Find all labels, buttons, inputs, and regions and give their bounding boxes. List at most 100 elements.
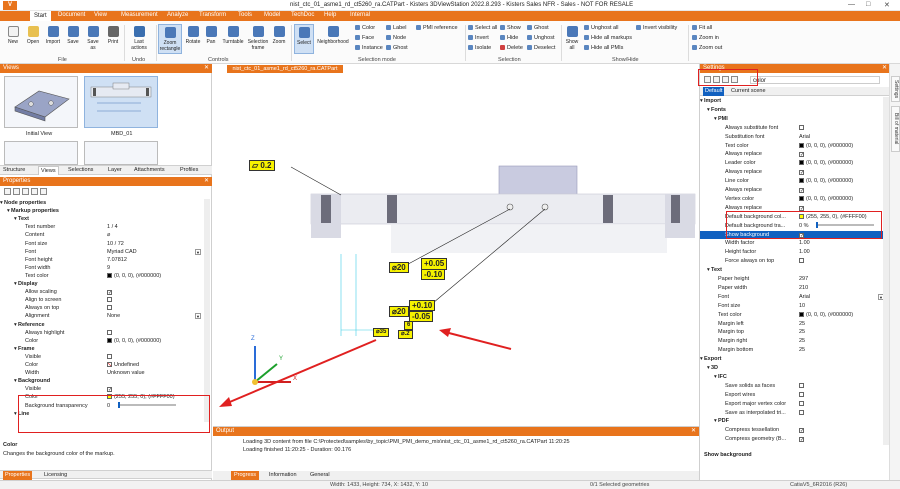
checkbox-checked-icon[interactable]: ✓ <box>799 170 804 176</box>
menu-tools[interactable]: Tools <box>238 12 252 18</box>
property-value[interactable]: (0, 0, 0), (#000000) <box>799 177 853 186</box>
property-row[interactable]: Text color (0, 0, 0), (#000000) <box>700 311 890 320</box>
delete-button[interactable]: Delete <box>500 45 523 51</box>
category-icon[interactable] <box>13 188 20 195</box>
property-value[interactable]: 10 <box>799 302 805 311</box>
tab-profiles[interactable]: Profiles <box>180 167 198 173</box>
property-value[interactable] <box>799 124 804 133</box>
settings-search-input[interactable]: color <box>750 76 880 84</box>
property-value[interactable]: ✓ <box>799 186 804 195</box>
collapse-icon[interactable] <box>31 188 38 195</box>
property-value[interactable]: (0, 0, 0), (#000000) <box>799 195 853 204</box>
property-value[interactable]: (0, 0, 0), (#000000) <box>799 311 853 320</box>
checkbox-icon[interactable] <box>107 353 112 359</box>
chevron-down-icon[interactable]: ▼ <box>195 313 201 320</box>
pmi-flatness-label[interactable]: ▱ 0.2 <box>249 160 275 171</box>
selmode-ghost[interactable]: Ghost <box>386 45 408 51</box>
expand-icon[interactable]: ▾ <box>7 207 10 215</box>
property-value[interactable] <box>107 296 114 304</box>
property-value[interactable]: 9 <box>107 264 110 272</box>
property-value[interactable]: 25 <box>799 328 805 337</box>
side-tab-bill-of-material[interactable]: Bill of material <box>891 106 900 152</box>
section-header[interactable]: ▾ Import <box>700 97 890 106</box>
color-swatch[interactable] <box>107 272 112 278</box>
property-row[interactable]: Height factor 1.00 <box>700 248 890 257</box>
property-row[interactable]: Line color (0, 0, 0), (#000000) <box>700 177 890 186</box>
property-value[interactable]: ✓ <box>799 435 804 444</box>
section-header[interactable]: ▾ Markup properties <box>0 207 204 215</box>
property-row[interactable]: Always highlight <box>0 329 204 337</box>
expand-icon[interactable]: ▾ <box>14 215 17 223</box>
property-row[interactable]: Content ⌀ <box>0 231 204 239</box>
property-value[interactable]: Arial <box>799 293 810 302</box>
pmi-diameter-label[interactable]: ⌀35 <box>373 328 390 337</box>
side-tab-settings[interactable]: Settings <box>891 76 900 102</box>
checkbox-icon[interactable] <box>107 305 112 311</box>
zoom-out-button[interactable]: Zoom out <box>692 45 722 51</box>
checkbox-icon[interactable] <box>107 297 112 303</box>
open-button[interactable]: Open <box>24 26 42 45</box>
app-logo[interactable]: V <box>3 1 17 10</box>
property-row[interactable]: Text color (0, 0, 0), (#000000) <box>700 142 890 151</box>
section-header[interactable]: ▾ Export <box>700 355 890 364</box>
property-row[interactable]: Alignment None ▼ <box>0 312 204 320</box>
save-button[interactable]: Save <box>64 26 82 45</box>
properties-scrollbar[interactable] <box>204 199 210 422</box>
property-value[interactable]: ✓ <box>799 150 804 159</box>
property-value[interactable]: Unknown value <box>107 369 145 377</box>
pin-icon[interactable]: ✕ <box>204 64 209 73</box>
deselect-button[interactable]: Deselect <box>527 45 555 51</box>
property-value[interactable]: (0, 0, 0), (#000000) <box>799 159 853 168</box>
unghost-all-button[interactable]: Unghost all <box>584 25 619 31</box>
hide-all-markups-button[interactable]: Hide all markups <box>584 35 632 41</box>
property-value[interactable]: 25 <box>799 320 805 329</box>
menu-internal[interactable]: Internal <box>350 12 370 18</box>
property-value[interactable]: 25 <box>799 337 805 346</box>
property-row[interactable]: Margin right 25 <box>700 337 890 346</box>
tab-selections[interactable]: Selections <box>68 167 93 173</box>
section-header[interactable]: ▾ Node properties <box>0 199 204 207</box>
section-header[interactable]: ▾ Text <box>0 215 204 223</box>
property-row[interactable]: Width factor 1.00 <box>700 239 890 248</box>
expand-icon[interactable]: ▾ <box>707 106 710 115</box>
menu-techdoc[interactable]: TechDoc <box>291 12 314 18</box>
expand-icon[interactable]: ▾ <box>14 280 17 288</box>
new-button[interactable]: New <box>4 26 22 45</box>
property-value[interactable]: ✓ <box>107 385 114 393</box>
tab-attachments[interactable]: Attachments <box>134 167 165 173</box>
property-row[interactable]: Align to screen <box>0 296 204 304</box>
turntable-button[interactable]: Turntable <box>220 26 246 45</box>
zoom-button[interactable]: Zoom <box>270 26 288 45</box>
property-row[interactable]: Text number 1 / 4 <box>0 223 204 231</box>
selmode-node[interactable]: Node <box>386 35 406 41</box>
property-value[interactable] <box>799 257 804 266</box>
property-row[interactable]: Compress tessellation ✓ <box>700 426 890 435</box>
property-row[interactable]: Vertex color (0, 0, 0), (#000000) <box>700 195 890 204</box>
checkbox-checked-icon[interactable]: ✓ <box>107 387 112 393</box>
selection-frame-button[interactable]: Selection frame <box>247 26 269 51</box>
property-row[interactable]: Font width 9 <box>0 264 204 272</box>
section-header[interactable]: ▾ Reference <box>0 321 204 329</box>
property-row[interactable]: Save as interpolated tri... <box>700 409 890 418</box>
unghost-button[interactable]: Unghost <box>527 35 555 41</box>
checkbox-icon[interactable] <box>799 400 804 406</box>
expand-icon[interactable]: ▾ <box>700 97 703 106</box>
property-value[interactable] <box>799 391 804 400</box>
cad-model-view[interactable] <box>213 64 698 426</box>
checkbox-icon[interactable] <box>799 391 804 397</box>
invert-button[interactable]: Invert <box>468 35 489 41</box>
property-row[interactable]: Export major vertex color <box>700 400 890 409</box>
property-row[interactable]: Always substitute font <box>700 124 890 133</box>
select-button[interactable]: Select <box>294 24 314 54</box>
selmode-pmi-reference[interactable]: PMI reference <box>416 25 458 31</box>
zoom-in-button[interactable]: Zoom in <box>692 35 719 41</box>
expand-icon[interactable]: ▾ <box>707 364 710 373</box>
property-value[interactable]: 25 <box>799 346 805 355</box>
property-row[interactable]: Margin bottom 25 <box>700 346 890 355</box>
property-value[interactable] <box>799 382 804 391</box>
property-row[interactable]: Compress geometry (B... ✓ <box>700 435 890 444</box>
property-row[interactable]: Paper width 210 <box>700 284 890 293</box>
property-value[interactable] <box>107 304 114 312</box>
undefined-color-icon[interactable] <box>107 362 112 367</box>
property-row[interactable]: Font size 10 / 72 <box>0 240 204 248</box>
